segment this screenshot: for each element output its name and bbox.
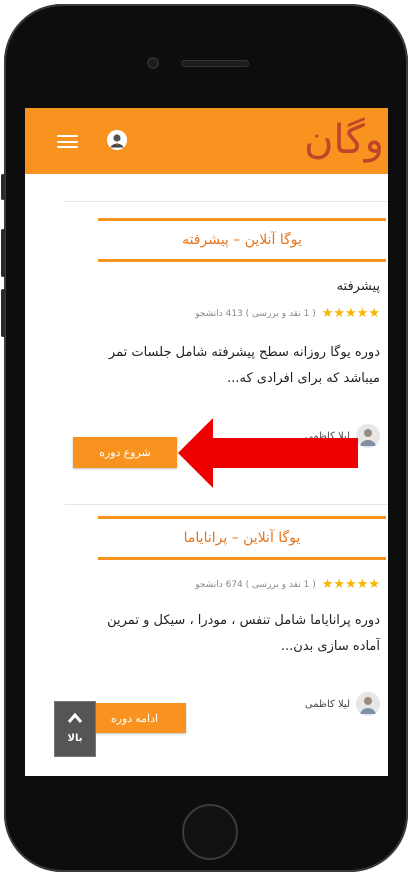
back-to-top-label: بالا — [67, 733, 83, 744]
course-description-line: میباشد که برای افرادی که... — [227, 371, 380, 386]
back-to-top-button[interactable]: بالا — [54, 701, 96, 757]
menu-icon[interactable] — [57, 135, 78, 148]
rating-stars-icon: ★★★★★ — [321, 306, 380, 321]
course-title-box[interactable]: یوگا آنلاین – پرانایاما — [98, 516, 386, 560]
instructor-avatar — [356, 692, 380, 716]
course-title-box[interactable]: یوگا آنلاین – پیشرفته — [98, 218, 386, 262]
earpiece-speaker — [181, 60, 249, 67]
section-divider — [65, 504, 388, 505]
chevron-up-icon — [55, 704, 95, 733]
rating-stars-icon: ★★★★★ — [321, 577, 380, 592]
annotation-arrow-icon — [178, 418, 358, 488]
user-avatar-icon[interactable] — [107, 130, 127, 150]
rating-text: ( 1 نقد و بررسی ) 674 دانشجو — [195, 579, 316, 590]
course-instructor: لیلا کاظمی — [305, 692, 380, 716]
continue-course-button[interactable]: ادامه دوره — [83, 703, 186, 733]
course-rating: ★★★★★ ( 1 نقد و بررسی ) 674 دانشجو — [195, 577, 380, 592]
course-rating: ★★★★★ ( 1 نقد و بررسی ) 413 دانشجو — [195, 306, 380, 321]
home-button[interactable] — [182, 804, 238, 860]
course-description-line: دوره پرانایاما شامل تنفس ، مودرا ، سیکل … — [107, 613, 380, 628]
phone-volume-down — [1, 289, 5, 337]
course-level: پیشرفته — [336, 279, 380, 294]
instructor-avatar — [356, 424, 380, 448]
course-title: یوگا آنلاین – پرانایاما — [183, 530, 301, 546]
course-description-line: آماده سازی بدن... — [280, 639, 380, 654]
course-title: یوگا آنلاین – پیشرفته — [182, 232, 302, 248]
instructor-name: لیلا کاظمی — [304, 698, 350, 710]
course-description-line: دوره یوگا روزانه سطح پیشرفته شامل جلسات … — [108, 345, 380, 360]
app-header: وگان — [25, 108, 388, 174]
section-divider — [65, 201, 388, 202]
front-camera — [147, 57, 159, 69]
app-logo: وگان — [304, 117, 384, 163]
start-course-button[interactable]: شروع دوره — [73, 437, 177, 468]
rating-text: ( 1 نقد و بررسی ) 413 دانشجو — [195, 308, 316, 319]
phone-mute-switch — [1, 174, 5, 200]
phone-volume-up — [1, 229, 5, 277]
